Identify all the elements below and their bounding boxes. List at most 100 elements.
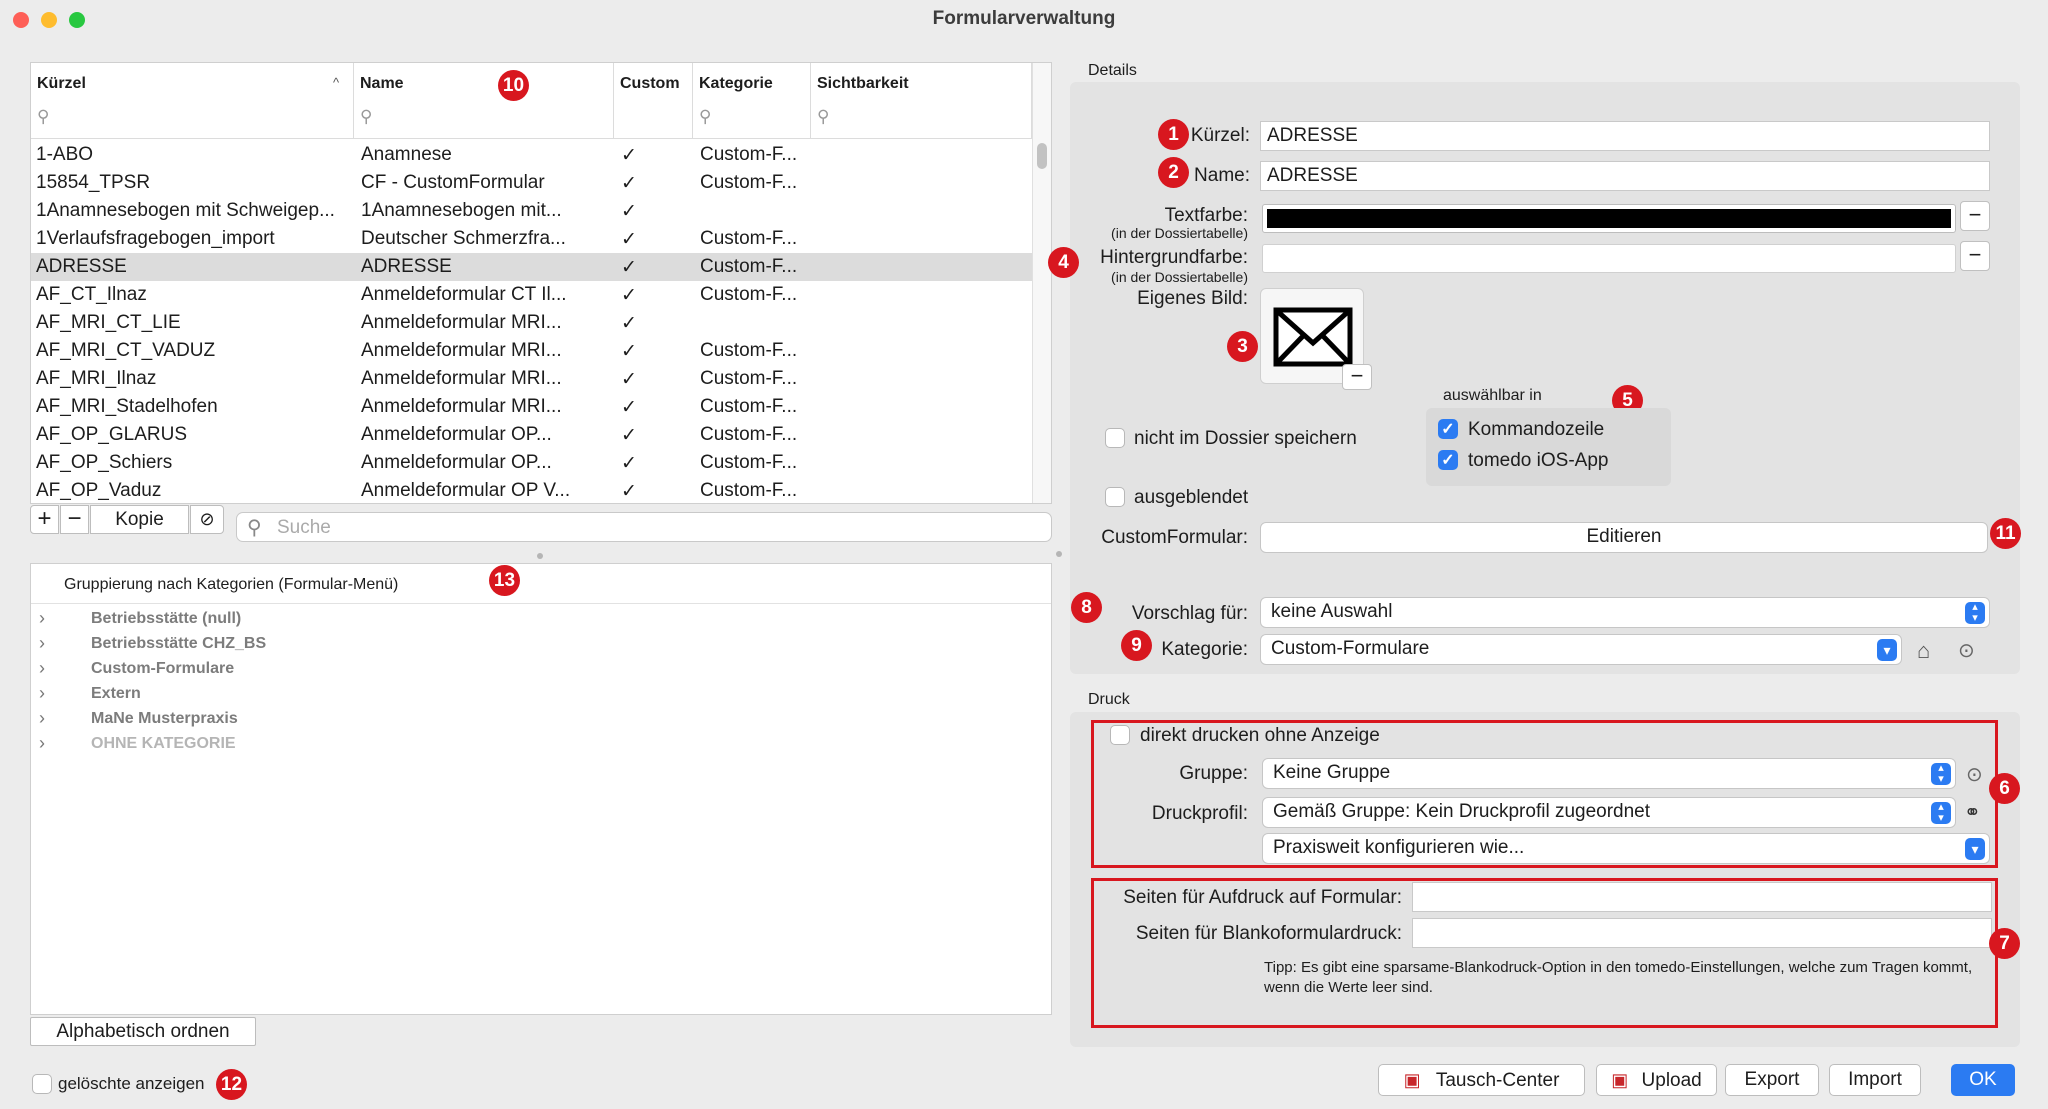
- ios-app-checkbox[interactable]: ✓: [1438, 450, 1458, 470]
- chevron-right-icon[interactable]: ›: [39, 608, 45, 629]
- add-button[interactable]: +: [30, 505, 59, 534]
- export-button[interactable]: Export: [1725, 1064, 1819, 1096]
- chevron-right-icon[interactable]: ›: [39, 633, 45, 654]
- sort-alphabetically-button[interactable]: Alphabetisch ordnen: [30, 1017, 256, 1046]
- split-view-handle[interactable]: [537, 553, 543, 559]
- nicht-speichern-checkbox[interactable]: [1105, 428, 1125, 448]
- visibility-toggle-button[interactable]: ⊘: [190, 505, 224, 534]
- ausgeblendet-label: ausgeblendet: [1134, 487, 1249, 508]
- seiten-blanko-label: Seiten für Blankoformulardruck:: [1135, 923, 1402, 944]
- table-row[interactable]: 15854_TPSR CF - CustomFormular ✓ Custom-F..…: [31, 169, 1032, 197]
- table-cell: ✓: [621, 145, 637, 166]
- chevron-right-icon[interactable]: ›: [39, 708, 45, 729]
- table-cell: 1Verlaufsfragebogen_import: [36, 228, 275, 249]
- annotation-badge-3: 3: [1227, 331, 1258, 362]
- copy-button[interactable]: Kopie: [90, 505, 189, 534]
- forms-table[interactable]: Kürzel ^ ⚲ Name ⚲ Custom Kategorie ⚲ Sic…: [30, 62, 1052, 504]
- chevron-right-icon[interactable]: ›: [39, 683, 45, 704]
- ok-button[interactable]: OK: [1951, 1064, 2015, 1096]
- eye-slash-icon: ⊘: [199, 509, 215, 529]
- table-row[interactable]: 1-ABO Anamnese ✓ Custom-F...: [31, 141, 1032, 169]
- category-item[interactable]: Betriebsstätte CHZ_BS: [91, 635, 266, 653]
- home-icon[interactable]: ⌂: [1917, 638, 1930, 664]
- category-item[interactable]: Custom-Formulare: [91, 660, 234, 678]
- table-cell: ✓: [621, 481, 637, 502]
- table-cell: ✓: [621, 369, 637, 390]
- seiten-blanko-field[interactable]: [1412, 918, 1992, 948]
- table-cell: AF_MRI_Ilnaz: [36, 368, 157, 389]
- scrollbar-thumb[interactable]: [1037, 143, 1047, 169]
- table-row[interactable]: AF_MRI_CT_VADUZ Anmeldeformular MRI... ✓ Cu…: [31, 337, 1032, 365]
- druckprofil-popup[interactable]: Gemäß Gruppe: Kein Druckprofil zugeordne…: [1262, 797, 1956, 828]
- annotation-badge-12: 12: [216, 1069, 247, 1100]
- table-row[interactable]: AF_OP_Vaduz Anmeldeformular OP V... ✓ Custo…: [31, 477, 1032, 503]
- vertical-scrollbar[interactable]: [1032, 63, 1051, 503]
- table-row[interactable]: 1Verlaufsfragebogen_import Deutscher Schm…: [31, 225, 1032, 253]
- remove-image-button[interactable]: −: [1342, 364, 1372, 390]
- search-icon[interactable]: ⚲: [37, 107, 49, 127]
- annotation-badge-7: 7: [1989, 928, 2020, 959]
- search-icon[interactable]: ⚲: [817, 107, 829, 127]
- praxisweit-popup[interactable]: Praxisweit konfigurieren wie... ▾: [1262, 833, 1990, 864]
- chevron-right-icon[interactable]: ›: [39, 658, 45, 679]
- table-row[interactable]: AF_OP_GLARUS Anmeldeformular OP... ✓ Custom…: [31, 421, 1032, 449]
- column-header-kuerzel[interactable]: Kürzel ^ ⚲: [31, 63, 354, 139]
- split-view-handle[interactable]: [1056, 551, 1062, 557]
- annotation-badge-11: 11: [1990, 518, 2021, 549]
- annotation-badge-8: 8: [1071, 592, 1102, 623]
- show-deleted-checkbox[interactable]: [32, 1074, 52, 1094]
- tausch-center-button[interactable]: ▣ Tausch-Center: [1378, 1064, 1585, 1096]
- kategorie-popup[interactable]: Custom-Formulare ▾: [1260, 634, 1902, 665]
- more-options-icon[interactable]: ⊙: [1958, 638, 1975, 663]
- table-cell: 1Anamnesebogen mit Schweigep...: [36, 200, 335, 221]
- upload-button[interactable]: ▣ Upload: [1596, 1064, 1717, 1096]
- table-cell: AF_MRI_CT_LIE: [36, 312, 181, 333]
- more-options-icon[interactable]: ⊙: [1966, 762, 1983, 787]
- table-row[interactable]: AF_CT_Ilnaz Anmeldeformular CT Il... ✓ Cust…: [31, 281, 1032, 309]
- sort-ascending-icon: ^: [333, 75, 340, 90]
- gruppe-popup[interactable]: Keine Gruppe ▴ ▾: [1262, 758, 1956, 789]
- seiten-aufdruck-field[interactable]: [1412, 882, 1992, 912]
- edit-customformular-button[interactable]: Editieren: [1260, 522, 1988, 553]
- category-grouping-panel[interactable]: Gruppierung nach Kategorien (Formular-Me…: [30, 563, 1052, 1015]
- direkt-drucken-checkbox[interactable]: [1110, 725, 1130, 745]
- remove-button[interactable]: −: [60, 505, 89, 534]
- search-icon[interactable]: ⚲: [699, 107, 711, 127]
- category-item[interactable]: Betriebsstätte (null): [91, 610, 241, 628]
- chevron-down-icon: ▾: [1877, 639, 1897, 661]
- table-row[interactable]: AF_MRI_CT_LIE Anmeldeformular MRI... ✓: [31, 309, 1032, 337]
- binoculars-icon[interactable]: ⚭: [1964, 800, 1981, 825]
- details-section-title: Details: [1088, 62, 1137, 79]
- table-cell: Custom-F...: [700, 424, 798, 445]
- clear-background-color-button[interactable]: −: [1960, 241, 1990, 271]
- auswaehlbar-label: auswählbar in: [1443, 387, 1542, 404]
- text-color-well[interactable]: [1262, 204, 1956, 233]
- category-item[interactable]: MaNe Musterpraxis: [91, 710, 238, 728]
- table-cell: CF - CustomFormular: [361, 172, 545, 193]
- category-item[interactable]: OHNE KATEGORIE: [91, 735, 236, 753]
- table-row[interactable]: AF_MRI_Ilnaz Anmeldeformular MRI... ✓ Custo…: [31, 365, 1032, 393]
- category-item[interactable]: Extern: [91, 685, 141, 703]
- kommandozeile-checkbox[interactable]: ✓: [1438, 419, 1458, 439]
- table-cell: 15854_TPSR: [36, 172, 151, 193]
- search-icon[interactable]: ⚲: [360, 107, 372, 127]
- chevron-right-icon[interactable]: ›: [39, 733, 45, 754]
- table-row[interactable]: 1Anamnesebogen mit Schweigep... 1Anamnese…: [31, 197, 1032, 225]
- import-button[interactable]: Import: [1829, 1064, 1921, 1096]
- table-row[interactable]: AF_MRI_Stadelhofen Anmeldeformular MRI...…: [31, 393, 1032, 421]
- column-header-custom[interactable]: Custom: [614, 63, 693, 139]
- table-row[interactable]: ADRESSE ADRESSE ✓ Custom-F...: [31, 253, 1032, 281]
- column-header-sichtbarkeit[interactable]: Sichtbarkeit ⚲: [811, 63, 1032, 139]
- kuerzel-field[interactable]: ADRESSE: [1260, 121, 1990, 151]
- background-color-well[interactable]: [1262, 244, 1956, 273]
- column-header-kategorie[interactable]: Kategorie ⚲: [693, 63, 811, 139]
- clear-text-color-button[interactable]: −: [1960, 201, 1990, 231]
- table-row[interactable]: AF_OP_Schiers Anmeldeformular OP... ✓ Custo…: [31, 449, 1032, 477]
- vorschlag-popup[interactable]: keine Auswahl ▴ ▾: [1260, 597, 1990, 628]
- annotation-badge-6: 6: [1989, 773, 2020, 804]
- search-input[interactable]: ⚲ Suche: [236, 512, 1052, 542]
- ausgeblendet-checkbox[interactable]: [1105, 487, 1125, 507]
- column-header-name[interactable]: Name ⚲: [354, 63, 614, 139]
- table-cell: AF_OP_Schiers: [36, 452, 173, 473]
- name-field[interactable]: ADRESSE: [1260, 161, 1990, 191]
